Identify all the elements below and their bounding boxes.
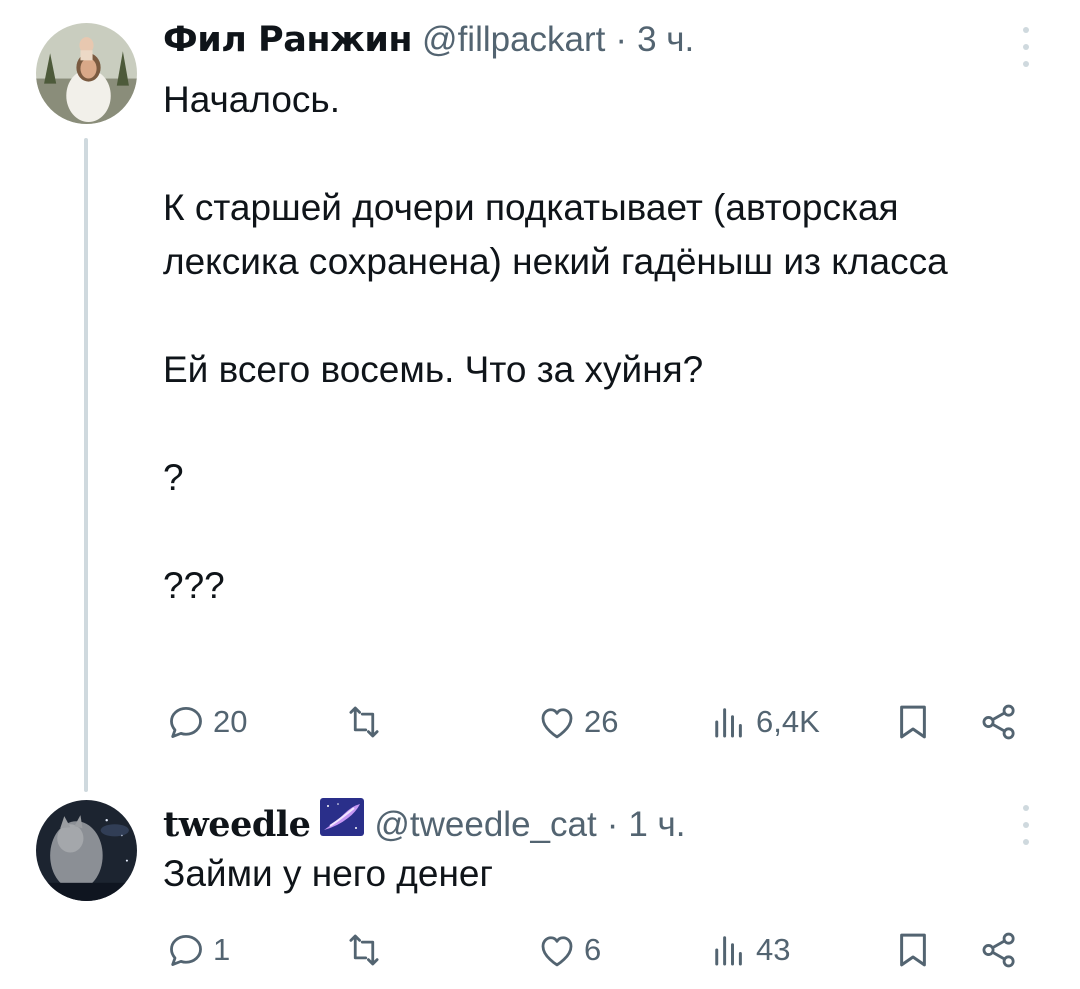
bookmark-icon <box>900 933 926 967</box>
author-handle[interactable]: @tweedle_cat <box>374 805 596 845</box>
share-icon <box>982 704 1015 740</box>
reply-count: 1 <box>213 932 231 967</box>
tweet-text: Займи у него денег <box>163 853 493 894</box>
bookmark-button[interactable] <box>892 925 934 975</box>
views-button[interactable]: 43 <box>708 925 790 975</box>
author-handle[interactable]: @fillpackart <box>422 20 605 60</box>
tweet[interactable]: tweedle @tweedle_cat · 1 ч. Займи у него… <box>0 790 1080 989</box>
avatar[interactable] <box>36 800 137 901</box>
share-button[interactable] <box>978 697 1020 747</box>
heart-icon <box>541 936 573 967</box>
more-options-icon[interactable] <box>1020 27 1032 67</box>
reply-icon <box>170 934 202 966</box>
tweet-text: Началось. К старшей дочери подкатывает (… <box>163 79 948 606</box>
thread-line <box>84 138 88 792</box>
bookmark-icon <box>900 705 926 739</box>
like-button[interactable]: 26 <box>536 697 618 747</box>
galaxy-emoji-icon <box>320 798 365 836</box>
timestamp[interactable]: 1 ч. <box>628 805 685 845</box>
separator-dot: · <box>615 20 628 59</box>
reply-button[interactable]: 1 <box>165 925 230 975</box>
tweet[interactable]: Фил Ранжин @fillpackart · 3 ч. Началось.… <box>0 0 1080 792</box>
action-bar: 20 26 6,4K <box>0 697 1080 747</box>
views-chart-icon <box>715 936 742 966</box>
like-count: 26 <box>584 704 619 739</box>
more-options-icon[interactable] <box>1020 805 1032 845</box>
like-button[interactable]: 6 <box>536 925 601 975</box>
avatar[interactable] <box>36 23 137 124</box>
tweet-header: Фил Ранжин @fillpackart · 3 ч. <box>163 20 694 66</box>
tweet-header: tweedle @tweedle_cat · 1 ч. <box>163 798 686 845</box>
retweet-icon <box>349 706 379 738</box>
views-chart-icon <box>715 708 742 738</box>
bookmark-button[interactable] <box>892 697 934 747</box>
retweet-button[interactable] <box>343 925 391 975</box>
separator-dot: · <box>606 805 619 844</box>
reply-button[interactable]: 20 <box>165 697 247 747</box>
avatar-image-icon <box>36 23 137 124</box>
share-button[interactable] <box>978 925 1020 975</box>
reply-icon <box>170 706 202 738</box>
retweet-button[interactable] <box>343 697 391 747</box>
views-button[interactable]: 6,4K <box>708 697 820 747</box>
reply-count: 20 <box>213 704 248 739</box>
author-name[interactable]: Фил Ранжин <box>163 20 413 60</box>
timestamp[interactable]: 3 ч. <box>637 20 694 60</box>
avatar-image-icon <box>36 800 137 901</box>
action-bar: 1 6 43 <box>0 925 1080 975</box>
like-count: 6 <box>584 932 602 967</box>
share-icon <box>982 932 1015 968</box>
author-name[interactable]: tweedle <box>163 804 311 845</box>
retweet-icon <box>349 934 379 966</box>
views-count: 43 <box>756 932 791 967</box>
views-count: 6,4K <box>756 704 820 739</box>
heart-icon <box>541 708 573 739</box>
